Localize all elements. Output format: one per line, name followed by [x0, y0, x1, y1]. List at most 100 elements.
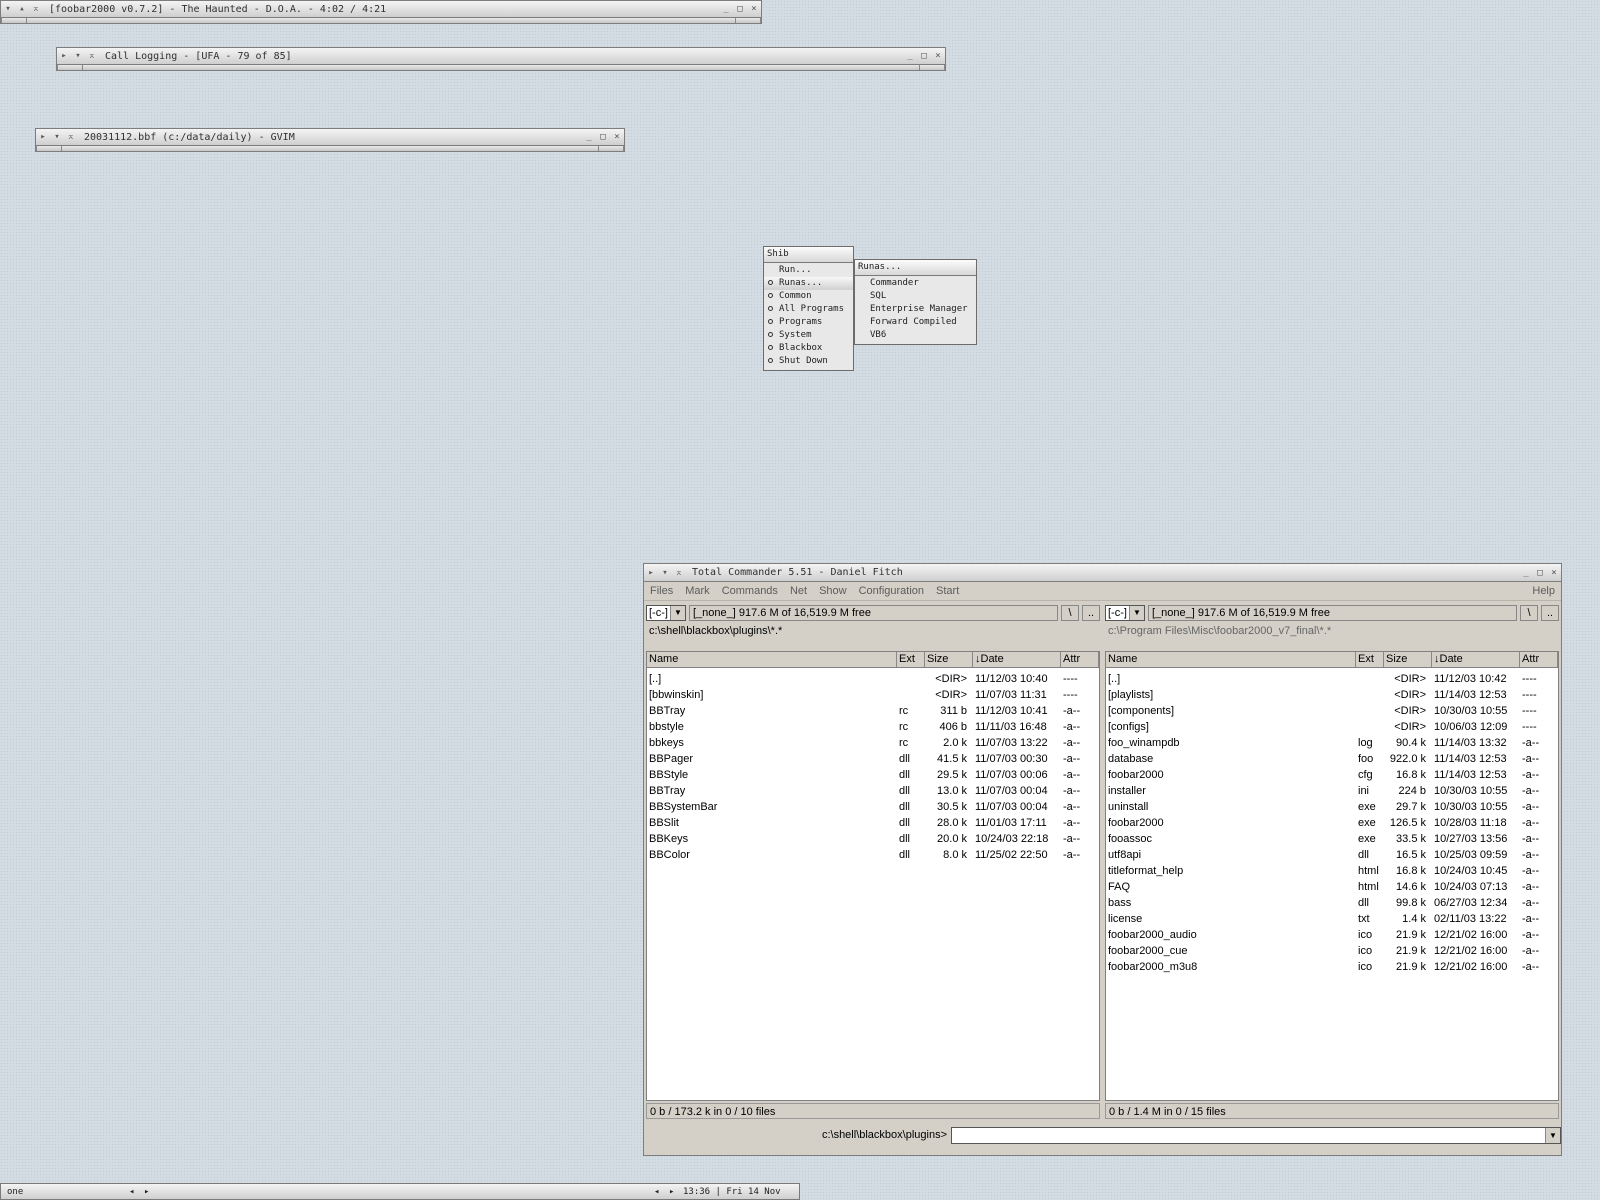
workspace-next-icon[interactable]: ▸: [144, 1187, 149, 1197]
file-row[interactable]: bbstyle rc 406 b 11/11/03 16:48 -a--: [647, 719, 1099, 735]
menu-item[interactable]: Common: [764, 290, 853, 303]
minimize-icon[interactable]: _: [903, 51, 917, 61]
file-row[interactable]: bbkeys rc 2.0 k 11/07/03 13:22 -a--: [647, 735, 1099, 751]
col-date[interactable]: ↓Date: [1432, 652, 1520, 667]
call-logging-titlebar[interactable]: ▸ ▾ ⌅ Call Logging - [UFA - 79 of 85] _ …: [56, 47, 946, 65]
col-attr[interactable]: Attr: [1061, 652, 1099, 667]
workspace-label[interactable]: one: [7, 1187, 23, 1197]
file-row[interactable]: foobar2000_m3u8 ico 21.9 k 12/21/02 16:00 -a…: [1106, 959, 1558, 975]
col-size[interactable]: Size: [925, 652, 973, 667]
file-row[interactable]: [..] <DIR> 11/12/03 10:42 ----: [1106, 671, 1558, 687]
window-handle[interactable]: [56, 65, 946, 71]
col-attr[interactable]: Attr: [1520, 652, 1558, 667]
submenu-item[interactable]: Enterprise Manager: [855, 303, 976, 316]
file-row[interactable]: BBKeys dll 20.0 k 10/24/03 22:18 -a--: [647, 831, 1099, 847]
menu-start[interactable]: Start: [936, 585, 959, 597]
col-name[interactable]: Name: [647, 652, 897, 667]
file-row[interactable]: [components] <DIR> 10/30/03 10:55 ----: [1106, 703, 1558, 719]
right-up-button[interactable]: ..: [1541, 605, 1559, 621]
workspace-prev-icon[interactable]: ◂: [129, 1187, 134, 1197]
left-file-list[interactable]: Name Ext Size ↓Date Attr [..] <DIR> 11/12/…: [646, 651, 1100, 1101]
col-ext[interactable]: Ext: [1356, 652, 1384, 667]
collapse-icon[interactable]: ▸: [57, 51, 71, 61]
chevron-down-icon[interactable]: ▼: [1129, 606, 1144, 620]
menu-show[interactable]: Show: [819, 585, 847, 597]
file-row[interactable]: BBSystemBar dll 30.5 k 11/07/03 00:04 -a--: [647, 799, 1099, 815]
menu-commands[interactable]: Commands: [722, 585, 778, 597]
file-row[interactable]: titleformat_help html 16.8 k 10/24/03 10:45…: [1106, 863, 1558, 879]
file-row[interactable]: BBStyle dll 29.5 k 11/07/03 00:06 -a--: [647, 767, 1099, 783]
submenu-item[interactable]: VB6: [855, 329, 976, 342]
file-row[interactable]: foobar2000_audio ico 21.9 k 12/21/02 16:00 -…: [1106, 927, 1558, 943]
submenu-item[interactable]: Commander: [855, 277, 976, 290]
left-up-button[interactable]: ..: [1082, 605, 1100, 621]
left-drive-select[interactable]: [-c-] ▼: [646, 605, 686, 621]
file-row[interactable]: database foo 922.0 k 11/14/03 12:53 -a--: [1106, 751, 1558, 767]
shade-down-icon[interactable]: ▾: [658, 568, 672, 578]
window-next-icon[interactable]: ▸: [669, 1187, 674, 1197]
maximize-icon[interactable]: □: [733, 4, 747, 14]
window-handle[interactable]: [35, 146, 625, 152]
chevron-down-icon[interactable]: ▼: [670, 606, 685, 620]
left-root-button[interactable]: \: [1061, 605, 1079, 621]
menu-item[interactable]: Blackbox: [764, 342, 853, 355]
file-row[interactable]: BBTray dll 13.0 k 11/07/03 00:04 -a--: [647, 783, 1099, 799]
file-row[interactable]: [configs] <DIR> 10/06/03 12:09 ----: [1106, 719, 1558, 735]
call-logging-window[interactable]: ▸ ▾ ⌅ Call Logging - [UFA - 79 of 85] _ …: [56, 47, 946, 71]
chevron-down-icon[interactable]: ▼: [1545, 1127, 1560, 1143]
file-row[interactable]: BBTray rc 311 b 11/12/03 10:41 -a--: [647, 703, 1099, 719]
collapse-icon[interactable]: ▸: [36, 132, 50, 142]
minimize-icon[interactable]: _: [719, 4, 733, 14]
menu-configuration[interactable]: Configuration: [859, 585, 924, 597]
file-row[interactable]: foo_winampdb log 90.4 k 11/14/03 13:32 -a--: [1106, 735, 1558, 751]
menu-item[interactable]: Shut Down: [764, 355, 853, 368]
shade-down-icon[interactable]: ▾: [71, 51, 85, 61]
menu-mark[interactable]: Mark: [685, 585, 709, 597]
menu-help[interactable]: Help: [1532, 585, 1555, 597]
file-row[interactable]: license txt 1.4 k 02/11/03 13:22 -a--: [1106, 911, 1558, 927]
file-row[interactable]: BBSlit dll 28.0 k 11/01/03 17:11 -a--: [647, 815, 1099, 831]
file-row[interactable]: foobar2000 exe 126.5 k 10/28/03 11:18 -a--: [1106, 815, 1558, 831]
menu-item[interactable]: Programs: [764, 316, 853, 329]
file-row[interactable]: uninstall exe 29.7 k 10/30/03 10:55 -a--: [1106, 799, 1558, 815]
file-row[interactable]: bass dll 99.8 k 06/27/03 12:34 -a--: [1106, 895, 1558, 911]
minimize-icon[interactable]: _: [582, 132, 596, 142]
right-file-list[interactable]: Name Ext Size ↓Date Attr [..] <DIR> 11/12/…: [1105, 651, 1559, 1101]
maximize-icon[interactable]: □: [917, 51, 931, 61]
sticky-icon[interactable]: ⌅: [29, 4, 43, 14]
submenu-item[interactable]: SQL: [855, 290, 976, 303]
window-prev-icon[interactable]: ◂: [654, 1187, 659, 1197]
file-row[interactable]: utf8api dll 16.5 k 10/25/03 09:59 -a--: [1106, 847, 1558, 863]
menu-files[interactable]: Files: [650, 585, 673, 597]
file-row[interactable]: [bbwinskin] <DIR> 11/07/03 11:31 ----: [647, 687, 1099, 703]
maximize-icon[interactable]: □: [596, 132, 610, 142]
minimize-icon[interactable]: _: [1519, 568, 1533, 578]
close-icon[interactable]: ×: [931, 51, 945, 61]
foobar-window[interactable]: ▾ ▴ ⌅ [foobar2000 v0.7.2] - The Haunted …: [0, 0, 762, 24]
sticky-icon[interactable]: ⌅: [64, 132, 78, 142]
sticky-icon[interactable]: ⌅: [85, 51, 99, 61]
col-name[interactable]: Name: [1106, 652, 1356, 667]
command-input[interactable]: ▼: [951, 1126, 1561, 1144]
menu-net[interactable]: Net: [790, 585, 807, 597]
gvim-titlebar[interactable]: ▸ ▾ ⌅ 20031112.bbf (c:/data/daily) - GVI…: [35, 128, 625, 146]
maximize-icon[interactable]: □: [1533, 568, 1547, 578]
file-row[interactable]: FAQ html 14.6 k 10/24/03 07:13 -a--: [1106, 879, 1558, 895]
file-row[interactable]: BBColor dll 8.0 k 11/25/02 22:50 -a--: [647, 847, 1099, 863]
file-row[interactable]: [..] <DIR> 11/12/03 10:40 ----: [647, 671, 1099, 687]
menu-item[interactable]: System: [764, 329, 853, 342]
total-commander-window[interactable]: ▸ ▾ ⌅ Total Commander 5.51 - Daniel Fitc…: [643, 563, 1562, 1156]
menu-item[interactable]: All Programs: [764, 303, 853, 316]
menu-item[interactable]: Run...: [764, 264, 853, 277]
file-row[interactable]: installer ini 224 b 10/30/03 10:55 -a--: [1106, 783, 1558, 799]
menu-item[interactable]: Runas...: [764, 277, 853, 290]
close-icon[interactable]: ×: [1547, 568, 1561, 578]
col-ext[interactable]: Ext: [897, 652, 925, 667]
collapse-icon[interactable]: ▸: [644, 568, 658, 578]
window-handle[interactable]: [0, 18, 762, 24]
foobar-titlebar[interactable]: ▾ ▴ ⌅ [foobar2000 v0.7.2] - The Haunted …: [0, 0, 762, 18]
close-icon[interactable]: ×: [747, 4, 761, 14]
file-row[interactable]: fooassoc exe 33.5 k 10/27/03 13:56 -a--: [1106, 831, 1558, 847]
tc-titlebar[interactable]: ▸ ▾ ⌅ Total Commander 5.51 - Daniel Fitc…: [644, 564, 1561, 582]
close-icon[interactable]: ×: [610, 132, 624, 142]
